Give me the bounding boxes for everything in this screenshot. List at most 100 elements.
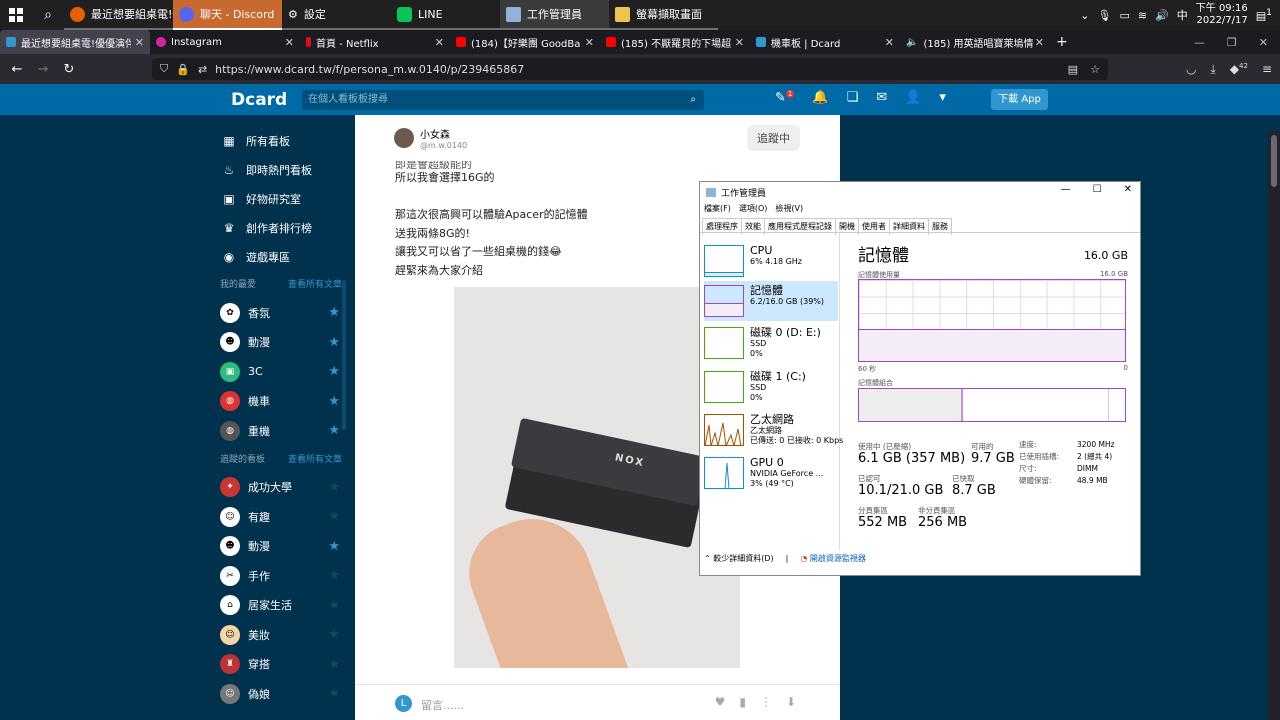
resource-disk-0[interactable]: 磁碟 0 (D: E:) SSD 0%	[704, 323, 838, 363]
dcard-logo[interactable]: Dcard	[231, 90, 287, 110]
star-icon[interactable]: ★	[328, 480, 340, 495]
lock-icon[interactable]: 🔒	[176, 63, 190, 76]
download-app-button[interactable]: 下載 App	[991, 89, 1048, 110]
favorites-view-all-link[interactable]: 查看所有文章	[288, 277, 342, 290]
followed-board[interactable]: ✂ 手作 ★	[216, 561, 346, 591]
user-icon[interactable]: 👤	[905, 90, 921, 105]
followed-board[interactable]: ☻ 動漫 ★	[216, 532, 346, 562]
follow-button[interactable]: 追蹤中	[747, 125, 800, 151]
sidebar-item-creator-rank[interactable]: ♛ 創作者排行榜	[216, 213, 346, 242]
menu-icon[interactable]: ≡	[1262, 62, 1272, 77]
close-tab-icon[interactable]: ✕	[585, 36, 594, 49]
reload-icon[interactable]: ↻	[56, 62, 82, 77]
tab-dcard-moto[interactable]: 機車板 | Dcard ✕	[750, 30, 900, 54]
close-icon[interactable]: ✕	[1259, 36, 1268, 49]
sidebar-item-all-boards[interactable]: ▦ 所有看板	[216, 126, 346, 155]
tab-youtube-1[interactable]: (184)【好樂團 GoodBand】✕	[450, 30, 600, 54]
post-photo[interactable]: NOX	[454, 287, 740, 668]
close-tab-icon[interactable]: ✕	[435, 36, 444, 49]
shield-icon[interactable]: ⛉	[160, 62, 168, 76]
download-icon[interactable]: ⤓	[1210, 62, 1215, 77]
resource-gpu[interactable]: GPU 0 NVIDIA GeForce ... 3% (49 °C)	[704, 453, 838, 493]
volume-icon[interactable]: 🔊	[1155, 9, 1169, 22]
chevron-down-icon[interactable]: ▾	[939, 90, 946, 105]
sidebar-item-good-stuff[interactable]: ▣ 好物研究室	[216, 184, 346, 213]
search-input[interactable]: 在個人看板板搜尋 ⌕	[302, 90, 704, 110]
star-icon[interactable]: ★	[328, 394, 340, 409]
followed-board[interactable]: ☺ 偽娘 ★	[216, 679, 346, 709]
taskbar-app-firefox[interactable]: 最近想要組桌電!優...	[64, 0, 173, 30]
tab-dcard-post[interactable]: 最近想要組桌電!優優演伴中-牛✕	[0, 30, 150, 54]
task-manager-titlebar[interactable]: 工作管理員 — ☐ ✕	[700, 182, 1140, 202]
star-icon[interactable]: ★	[328, 657, 340, 672]
more-icon[interactable]: ⋮	[760, 695, 772, 709]
notification-icon[interactable]: ▤1	[1256, 7, 1272, 23]
address-bar[interactable]: ⛉ 🔒 ⇄ https://www.dcard.tw/f/persona_m.w…	[152, 58, 1108, 80]
page-scrollbar[interactable]	[1268, 131, 1280, 720]
sidebar-item-hot-boards[interactable]: ♨ 即時熱門看板	[216, 155, 346, 184]
favorite-board[interactable]: ◍ 重機 ★	[216, 416, 346, 446]
close-tab-icon[interactable]: ✕	[885, 36, 894, 49]
tab-instagram[interactable]: Instagram ✕	[150, 30, 300, 54]
resource-ethernet[interactable]: 乙太網路 乙太網路 已傳送: 0 已接收: 0 Kbps	[704, 410, 843, 450]
search-icon[interactable]: ⌕	[32, 0, 64, 30]
new-tab-button[interactable]: +	[1050, 30, 1080, 54]
star-icon[interactable]: ★	[328, 568, 340, 583]
restore-icon[interactable]: ❐	[1227, 36, 1237, 49]
windows-start-icon[interactable]	[0, 0, 32, 30]
post-author[interactable]: 小女森 @m.w.0140	[394, 126, 467, 150]
scrollbar-thumb[interactable]	[1271, 135, 1277, 187]
followed-board[interactable]: ✦ 成功大學 ★	[216, 473, 346, 503]
comment-input[interactable]: 留言......	[421, 697, 464, 713]
taskbar-app-line[interactable]: LINE	[391, 0, 500, 30]
bell-icon[interactable]: 🔔	[812, 90, 828, 105]
menu-view[interactable]: 檢視(V)	[775, 203, 803, 214]
close-tab-icon[interactable]: ✕	[285, 36, 294, 49]
chevron-up-icon[interactable]: ⌄	[1080, 9, 1089, 22]
menu-file[interactable]: 檔案(F)	[704, 203, 731, 214]
followed-board[interactable]: ☺ 有趣 ★	[216, 502, 346, 532]
tab-youtube-3[interactable]: 🔈(185) 用英語唱寶萊塢情歌 莫斯✕	[900, 30, 1050, 54]
favorite-board[interactable]: ▣ 3C ★	[216, 357, 346, 387]
permissions-icon[interactable]: ⇄	[198, 63, 207, 76]
followed-board[interactable]: ♜ 穿搭 ★	[216, 650, 346, 680]
followed-board[interactable]: ☺ 美妝 ★	[216, 620, 346, 650]
close-icon[interactable]: ✕	[1124, 184, 1132, 195]
mail-icon[interactable]: ✉	[876, 90, 887, 105]
followed-board[interactable]: ⌂ 居家生活 ★	[216, 591, 346, 621]
clock[interactable]: 下午 09:16 2022/7/17	[1196, 3, 1248, 27]
close-tab-icon[interactable]: ✕	[1035, 36, 1044, 49]
search-icon[interactable]: ⌕	[690, 90, 696, 110]
pocket-icon[interactable]: ◡	[1186, 62, 1196, 77]
close-tab-icon[interactable]: ✕	[135, 36, 144, 49]
taskbar-app-task-manager[interactable]: 工作管理員	[500, 0, 609, 30]
star-icon[interactable]: ★	[328, 305, 340, 320]
sidebar-item-games[interactable]: ◉ 遊戲專區	[216, 242, 346, 271]
resource-cpu[interactable]: CPU 6% 4.18 GHz	[704, 241, 838, 281]
cards-icon[interactable]: ❏	[847, 90, 859, 105]
taskbar-app-discord[interactable]: 聊天 - Discord	[173, 0, 282, 30]
minimize-icon[interactable]: —	[1194, 36, 1205, 49]
star-icon[interactable]: ★	[328, 686, 340, 701]
star-icon[interactable]: ★	[328, 539, 340, 554]
resource-monitor-link[interactable]: ◔ 開啟資源監視器	[800, 553, 866, 564]
close-tab-icon[interactable]: ✕	[735, 36, 744, 49]
tab-youtube-2[interactable]: (185) 不厭羅貝的下場超慘！✕	[600, 30, 750, 54]
sidebar-scrollbar[interactable]	[342, 280, 346, 430]
favorite-board[interactable]: ✿ 香氛 ★	[216, 298, 346, 328]
resource-memory[interactable]: 記憶體 6.2/16.0 GB (39%)	[704, 281, 838, 321]
menu-options[interactable]: 選項(O)	[739, 203, 768, 214]
battery-icon[interactable]: ▭	[1119, 9, 1129, 22]
extension-icon[interactable]: ◆42	[1230, 62, 1248, 77]
forward-icon[interactable]: →	[30, 62, 56, 77]
back-icon[interactable]: ←	[4, 62, 30, 77]
favorite-board[interactable]: ☻ 動漫 ★	[216, 328, 346, 358]
down-arrow-icon[interactable]: ⬇	[786, 695, 796, 709]
bookmark-icon[interactable]: ▮	[739, 695, 746, 709]
followed-view-all-link[interactable]: 查看所有文章	[288, 452, 342, 465]
favorite-board[interactable]: ◍ 機車 ★	[216, 387, 346, 417]
star-icon[interactable]: ★	[328, 335, 340, 350]
star-icon[interactable]: ★	[328, 364, 340, 379]
input-language[interactable]: 中	[1177, 7, 1188, 23]
star-icon[interactable]: ★	[328, 423, 340, 438]
